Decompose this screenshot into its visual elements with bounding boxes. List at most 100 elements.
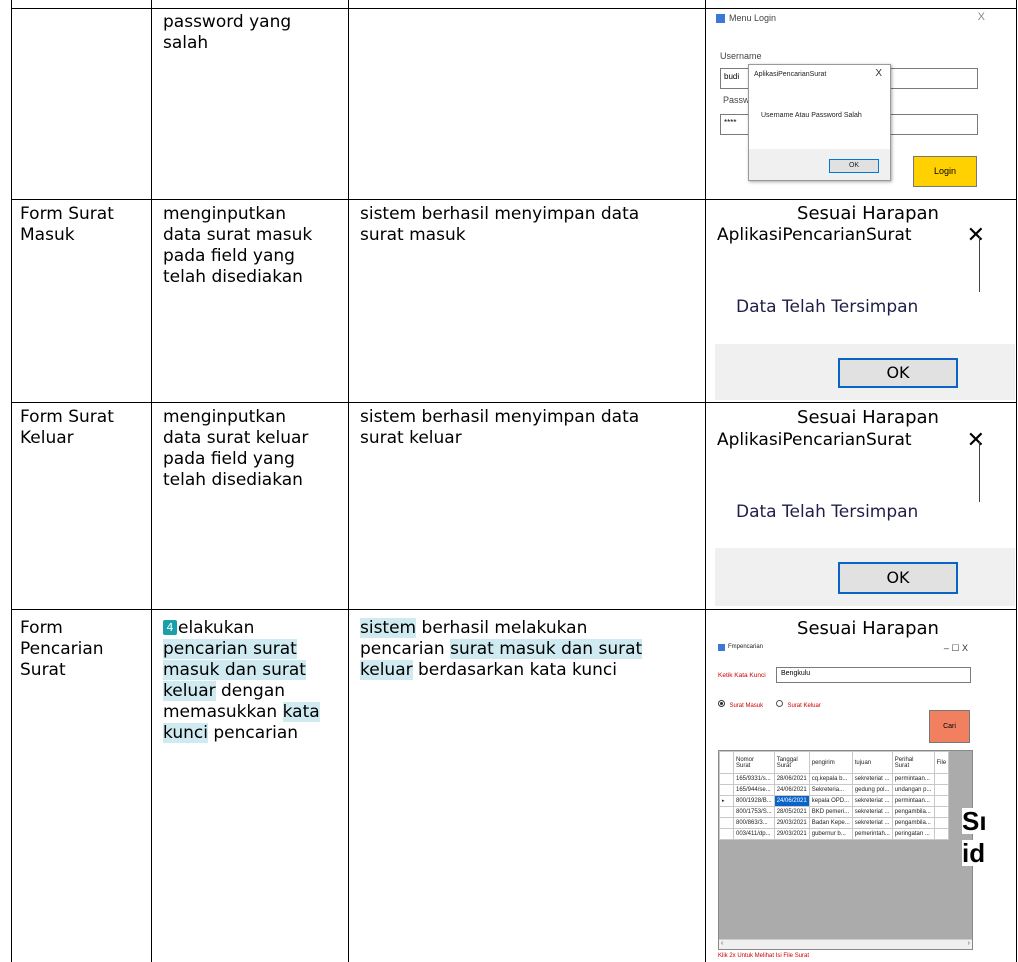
table-row[interactable]: 800/1753/S... 28/05/2021 BKD pemeri... s… — [719, 806, 950, 818]
expected-text: berhasil melakukan — [416, 618, 588, 638]
radio-surat-masuk[interactable]: Surat Masuk — [718, 694, 763, 712]
row-header-cell — [719, 773, 734, 785]
table-cell[interactable]: 29/03/2021 — [773, 817, 810, 829]
row0-action: password yang salah — [163, 12, 292, 53]
login-button[interactable]: Login — [913, 156, 977, 187]
save-box-close[interactable]: ✕ — [967, 428, 985, 453]
action-text: dengan — [215, 681, 286, 701]
table-divider-3 — [705, 0, 706, 962]
row-divider-3 — [11, 609, 1017, 610]
table-row[interactable]: 165/944/se... 24/06/2021 Sekreteria... g… — [719, 784, 950, 796]
table-cell[interactable] — [933, 828, 950, 840]
table-cell[interactable]: gubernur b... — [808, 828, 853, 840]
save-box-close[interactable]: ✕ — [967, 223, 985, 248]
login-window-title: Menu Login — [729, 13, 777, 23]
table-cell[interactable] — [933, 795, 950, 807]
table-divider-2 — [348, 0, 349, 962]
login-window-close[interactable]: X — [978, 11, 985, 23]
row2-action: menginputkan data surat keluar pada fiel… — [163, 407, 309, 490]
table-cell[interactable]: sekreteriat ... — [851, 817, 893, 829]
error-box-title: AplikasiPencarianSurat — [754, 71, 827, 78]
overflow-text-1: Sı — [962, 808, 997, 834]
window-controls[interactable]: – ☐ X — [944, 643, 968, 654]
table-cell[interactable]: 800/1928/B... — [733, 795, 775, 807]
table-cell[interactable]: peringatan ... — [891, 828, 935, 840]
search-button[interactable]: Cari — [929, 710, 970, 743]
table-cell[interactable]: 28/05/2021 — [773, 806, 810, 818]
table-cell[interactable]: cq.kepala b... — [808, 773, 853, 785]
row3-expected: sistem berhasil melakukan pencarian sura… — [360, 618, 700, 681]
row2-result: Sesuai Harapan — [797, 407, 939, 428]
save-ok-button[interactable]: OK — [838, 562, 958, 594]
row-header-cell — [719, 828, 734, 840]
save-box-footer: OK — [715, 548, 1015, 606]
table-cell-selected[interactable]: 24/06/2021 — [773, 795, 810, 807]
table-row[interactable]: 003/411/dp... 29/03/2021 gubernur b... p… — [719, 828, 950, 840]
row2-expected: sistem berhasil menyimpan data surat kel… — [360, 407, 640, 448]
column-header[interactable]: tujuan — [851, 751, 893, 774]
row1-action: menginputkan data surat masuk pada field… — [163, 204, 313, 287]
table-cell[interactable]: permintaan... — [891, 795, 935, 807]
table-cell[interactable] — [933, 817, 950, 829]
app-icon — [718, 644, 725, 651]
table-row-selected[interactable]: ▸ 800/1928/B... 24/06/2021 kepala OPD...… — [719, 795, 950, 807]
table-cell[interactable]: Sekreteria... — [808, 784, 853, 796]
action-highlight: pencarian surat — [163, 639, 297, 659]
save-box-message: Data Telah Tersimpan — [736, 297, 919, 317]
save-ok-button[interactable]: OK — [838, 358, 958, 388]
scroll-left-icon[interactable]: ‹ — [721, 940, 723, 947]
table-cell[interactable]: undangan p... — [891, 784, 935, 796]
horizontal-scrollbar[interactable]: ‹ › — [719, 939, 972, 949]
column-header[interactable]: Perihal Surat — [891, 751, 935, 774]
column-header[interactable]: Tanggal Surat — [773, 751, 810, 774]
error-ok-button[interactable]: OK — [829, 159, 879, 173]
table-cell[interactable] — [933, 784, 950, 796]
row2-form: Form Surat Keluar — [20, 407, 114, 448]
expected-highlight: keluar — [360, 660, 413, 680]
error-box-message: Username Atau Password Salah — [761, 112, 862, 119]
step-badge: 4 — [163, 620, 177, 635]
column-header[interactable]: File — [933, 751, 950, 774]
table-cell[interactable]: 800/1753/S... — [733, 806, 775, 818]
table-row[interactable]: 800/863/3... 29/03/2021 Badan Kepe... se… — [719, 817, 950, 829]
radio-surat-keluar[interactable]: Surat Keluar — [776, 694, 821, 712]
error-box-close[interactable]: X — [875, 68, 882, 79]
table-cell[interactable]: 165/9331/s... — [733, 773, 775, 785]
save-box-title: AplikasiPencarianSurat — [717, 430, 912, 450]
table-cell[interactable]: sekreteriat ... — [851, 773, 893, 785]
table-row[interactable]: 165/9331/s... 28/06/2021 cq.kepala b... … — [719, 773, 950, 785]
table-cell[interactable]: sekreteriat ... — [851, 806, 893, 818]
app-icon — [716, 14, 725, 23]
expected-text: pencarian — [360, 639, 451, 659]
table-cell[interactable]: pengambila... — [891, 817, 935, 829]
table-cell[interactable]: Badan Kepe... — [808, 817, 853, 829]
table-cell[interactable]: BKD pemeri... — [808, 806, 853, 818]
table-cell[interactable] — [933, 773, 950, 785]
table-cell[interactable]: 800/863/3... — [733, 817, 775, 829]
action-highlight: masuk dan surat — [163, 660, 306, 680]
column-header[interactable]: Nomor Surat — [733, 751, 775, 774]
table-cell[interactable]: gedung pol... — [851, 784, 893, 796]
table-cell[interactable]: 003/411/dp... — [733, 828, 775, 840]
table-cell[interactable]: pemerintah... — [851, 828, 893, 840]
scroll-right-icon[interactable]: › — [968, 940, 970, 947]
table-cell[interactable]: permintaan... — [891, 773, 935, 785]
table-cell[interactable]: 24/06/2021 — [773, 784, 810, 796]
column-header[interactable]: pengirim — [808, 751, 853, 774]
table-cell[interactable]: 28/06/2021 — [773, 773, 810, 785]
table-border-right — [1016, 0, 1017, 962]
table-divider-1 — [151, 0, 152, 962]
action-text: pencarian — [207, 723, 299, 743]
table-cell[interactable] — [933, 806, 950, 818]
action-highlight: keluar — [163, 681, 216, 701]
error-box-footer: OK — [749, 149, 890, 180]
table-cell[interactable]: kepala OPD... — [808, 795, 853, 807]
row-header-cell — [719, 806, 734, 818]
keyword-input[interactable]: Bengkulu — [776, 667, 971, 683]
save-box-title: AplikasiPencarianSurat — [717, 225, 912, 245]
table-cell[interactable]: 165/944/se... — [733, 784, 775, 796]
table-cell[interactable]: sekreteriat ... — [851, 795, 893, 807]
table-header-row: Nomor Surat Tanggal Surat pengirim tujua… — [719, 751, 950, 774]
table-cell[interactable]: pengambila... — [891, 806, 935, 818]
table-cell[interactable]: 29/03/2021 — [773, 828, 810, 840]
